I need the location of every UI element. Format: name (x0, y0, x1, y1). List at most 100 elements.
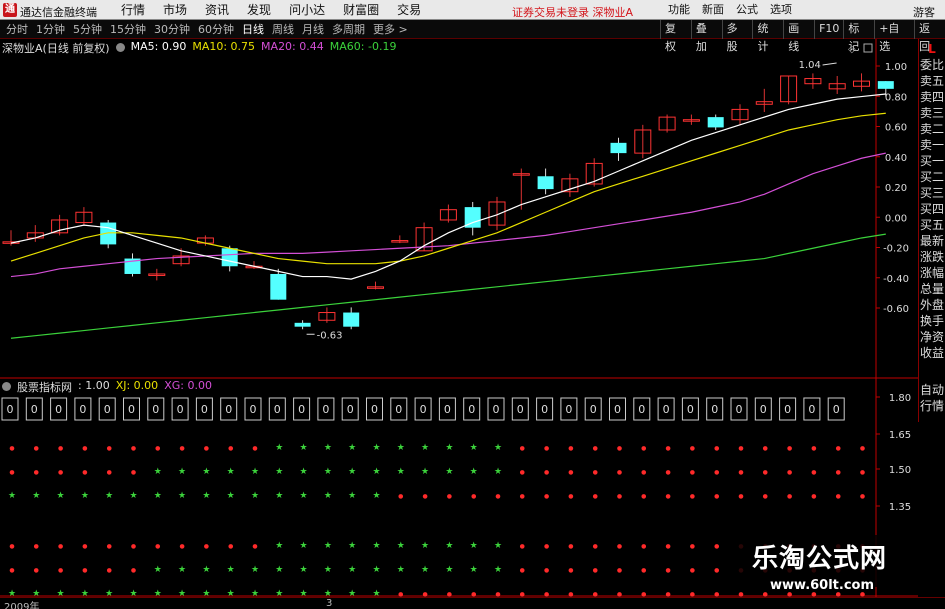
dot-red: ● (593, 469, 598, 476)
star-green: ★ (372, 565, 380, 575)
star-green: ★ (300, 467, 308, 477)
dot-red: ● (228, 543, 233, 550)
quote-side-panel: L 委比 卖五 卖四 卖三 卖二 卖一 买一 买二 买三 买四 买五 最新 涨跌… (918, 39, 945, 382)
star-green: ★ (275, 443, 283, 453)
dot-red: ● (34, 445, 39, 452)
side-item: 买五 (919, 218, 944, 232)
dot-red: ● (641, 445, 646, 452)
star-green: ★ (251, 565, 259, 575)
dot-red: ● (520, 445, 525, 452)
price-label: -0.60 (883, 304, 909, 315)
star-green: ★ (348, 443, 356, 453)
indicator-box-value: 0 (711, 403, 718, 416)
dot-red: ● (787, 493, 792, 500)
dot-red: ● (641, 469, 646, 476)
star-green: ★ (372, 491, 380, 501)
indicator-box-value: 0 (31, 403, 38, 416)
sub-settings-circle-icon[interactable] (2, 382, 11, 391)
dot-red: ● (495, 493, 500, 500)
side-item: 卖一 (919, 138, 944, 152)
candle-down (294, 322, 311, 327)
indicator-box-value: 0 (79, 403, 86, 416)
price-label: -0.40 (883, 274, 909, 285)
star-green: ★ (300, 541, 308, 551)
dot-red: ● (82, 543, 87, 550)
star-green: ★ (227, 467, 235, 477)
dot-red: ● (9, 567, 14, 574)
side-item: 最新 (919, 234, 944, 248)
side-auto[interactable]: 自动 (919, 382, 945, 398)
star-green: ★ (178, 491, 186, 501)
dot-red: ● (690, 543, 695, 550)
dot-red: ● (665, 567, 670, 574)
star-green: ★ (324, 467, 332, 477)
dot-red: ● (34, 469, 39, 476)
high-arrow (822, 62, 837, 66)
kline-chart[interactable]: 1.00 0.80 0.60 0.40 0.20 0.00 -0.20 -0.40 -0.60 1… (0, 0, 945, 609)
price-label: 0.20 (885, 183, 907, 194)
star-green: ★ (300, 491, 308, 501)
dot-red: ● (593, 445, 598, 452)
ma10-line (10, 112, 886, 265)
watermark-title: 乐淘公式网 (752, 544, 888, 574)
dot-red: ● (738, 445, 743, 452)
candle-down (270, 273, 287, 300)
dot-red: ● (763, 469, 768, 476)
auto-quote-panel: 自动 行情 (918, 382, 945, 422)
price-label: 0.60 (885, 123, 907, 134)
indicator-box-value: 0 (590, 403, 597, 416)
high-label: 1.04 (799, 60, 821, 71)
dot-red: ● (860, 469, 865, 476)
dot-red: ● (131, 445, 136, 452)
dot-red: ● (107, 567, 112, 574)
indicator-box-value: 0 (250, 403, 257, 416)
star-green: ★ (227, 565, 235, 575)
dot-red: ● (544, 543, 549, 550)
dot-red: ● (568, 469, 573, 476)
side-item: 收益 (919, 346, 944, 360)
indicator-box-value: 0 (784, 403, 791, 416)
side-item: 卖五 (919, 74, 944, 88)
star-green: ★ (445, 565, 453, 575)
star-green: ★ (421, 467, 429, 477)
dot-red: ● (714, 543, 719, 550)
star-green: ★ (251, 467, 259, 477)
star-green: ★ (470, 541, 478, 551)
dot-red: ● (811, 493, 816, 500)
sub-v1: : 1.00 (78, 379, 110, 392)
dot-red: ● (714, 493, 719, 500)
dot-red: ● (836, 493, 841, 500)
dot-red: ● (617, 493, 622, 500)
side-item: 委比 (919, 58, 944, 72)
indicator-box-value: 0 (347, 403, 354, 416)
indicator-box-value: 0 (152, 403, 159, 416)
dot-red: ● (520, 493, 525, 500)
dot-red: ● (520, 567, 525, 574)
dot-red: ● (811, 445, 816, 452)
side-item: 买一 (919, 154, 944, 168)
indicator-box-value: 0 (493, 403, 500, 416)
dot-red: ● (665, 469, 670, 476)
dot-red: ● (82, 567, 87, 574)
indicator-box-value: 0 (663, 403, 670, 416)
indicator-box-value: 0 (201, 403, 208, 416)
dot-red: ● (714, 469, 719, 476)
price-label: 0.00 (885, 213, 907, 224)
dot-red: ● (690, 567, 695, 574)
dot-red: ● (690, 469, 695, 476)
star-green: ★ (324, 491, 332, 501)
dot-red: ● (568, 493, 573, 500)
star-green: ★ (81, 491, 89, 501)
indicator-box-value: 0 (565, 403, 572, 416)
dot-red: ● (34, 567, 39, 574)
dot-red: ● (422, 493, 427, 500)
side-quote[interactable]: 行情 (919, 398, 945, 414)
sub-indicator-name[interactable]: 股票指标网 (17, 379, 72, 395)
indicator-box-value: 0 (177, 403, 184, 416)
dot-red: ● (665, 543, 670, 550)
side-L[interactable]: L (919, 41, 945, 57)
dot-red: ● (9, 445, 14, 452)
indicator-box-value: 0 (468, 403, 475, 416)
side-item: 外盘 (919, 298, 944, 312)
star-green: ★ (445, 541, 453, 551)
